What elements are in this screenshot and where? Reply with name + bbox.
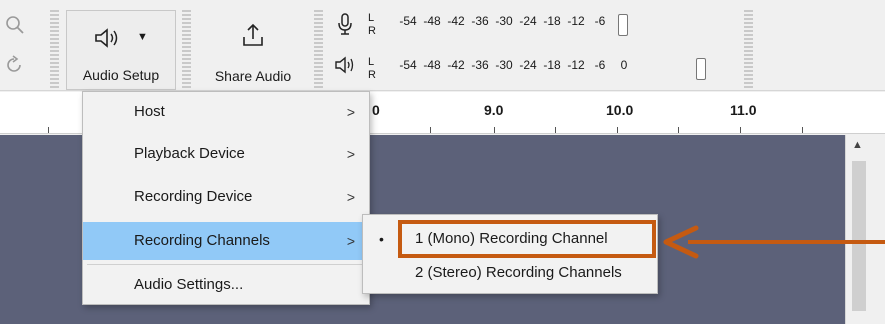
ruler-tick — [740, 127, 741, 133]
ruler-tick — [617, 127, 618, 133]
chevron-right-icon: > — [346, 189, 355, 205]
audio-setup-button[interactable]: ▼ Audio Setup — [66, 10, 176, 90]
ruler-label: 10.0 — [606, 102, 634, 118]
meter-tick-label: -36 — [471, 58, 489, 72]
ruler-label: 11.0 — [730, 102, 757, 118]
meter-tick-label: -6 — [594, 58, 606, 72]
ruler-tick — [494, 127, 495, 133]
ruler-tick — [802, 127, 803, 133]
chevron-right-icon: > — [346, 104, 355, 120]
audio-setup-menu: Host > Playback Device > Recording Devic… — [82, 91, 370, 305]
meter-tick-label: -12 — [567, 14, 585, 28]
ruler-tick — [678, 127, 679, 133]
meter-scale: -54-48-42-36-30-24-18-12-60 — [396, 14, 636, 28]
ruler-tick — [555, 127, 556, 133]
meter-level-marker[interactable] — [696, 58, 706, 80]
meter-tick-label: -54 — [399, 14, 417, 28]
annotation-highlight-box — [398, 220, 656, 258]
toolbar-grip[interactable] — [314, 10, 323, 90]
menu-item-label: Host — [134, 103, 165, 120]
redo-icon[interactable] — [2, 52, 28, 78]
speaker-icon — [93, 27, 121, 52]
speaker-icon[interactable] — [334, 56, 356, 79]
meter-tick-label: -30 — [495, 14, 513, 28]
meter-tick-label: -42 — [447, 58, 465, 72]
meter-tick-label: -24 — [519, 14, 537, 28]
meter-tick-label: -54 — [399, 58, 417, 72]
left-channel-label: L — [368, 56, 375, 68]
toolbar-grip[interactable] — [744, 10, 753, 90]
microphone-icon[interactable] — [336, 12, 354, 41]
ruler-tick — [430, 127, 431, 133]
recording-meter[interactable]: LR -54-48-42-36-30-24-18-12-60 — [368, 12, 728, 42]
menu-item-label: Audio Settings... — [134, 276, 244, 293]
meter-level-marker[interactable] — [618, 14, 628, 36]
meter-tick-label: 0 — [620, 58, 628, 72]
meter-tick-label: -24 — [519, 58, 537, 72]
meter-tick-label: -48 — [423, 58, 441, 72]
share-audio-label: Share Audio — [214, 68, 292, 84]
menu-item-label: Recording Device — [134, 188, 253, 205]
menu-separator — [87, 264, 365, 265]
meter-tick-label: -42 — [447, 14, 465, 28]
right-channel-label: R — [368, 69, 376, 81]
toolbar-grip[interactable] — [182, 10, 191, 90]
chevron-right-icon: > — [346, 233, 355, 249]
toolbar: ▼ Audio Setup Share Audio LR -54 -48 -42 -3… — [0, 0, 885, 91]
share-audio-button[interactable]: Share Audio — [196, 10, 310, 90]
ruler-tick — [48, 127, 49, 133]
meter-scale: -54 -48 -42 -36 -30 -24 -18 -12 -6 0 — [396, 58, 636, 72]
meter-tick-label: -18 — [543, 58, 561, 72]
right-channel-label: R — [368, 25, 376, 37]
toolbar-grip[interactable] — [50, 10, 59, 90]
scroll-up-icon[interactable]: ▲ — [852, 139, 863, 151]
meter-tick-label: -18 — [543, 14, 561, 28]
share-icon — [241, 22, 265, 51]
selected-bullet-icon: • — [379, 231, 384, 247]
submenu-item-stereo[interactable]: 2 (Stereo) Recording Channels — [363, 257, 657, 289]
menu-item-host[interactable]: Host > — [83, 93, 369, 131]
annotation-arrow-icon — [663, 225, 885, 259]
meter-tick-label: -36 — [471, 14, 489, 28]
menu-item-label: Recording Channels — [134, 232, 270, 249]
meter-tick-label: -6 — [594, 14, 606, 28]
submenu-item-label: 2 (Stereo) Recording Channels — [415, 264, 622, 281]
ruler-label: 9.0 — [484, 102, 504, 118]
meter-tick-label: -12 — [567, 58, 585, 72]
meter-tick-label: -48 — [423, 14, 441, 28]
menu-item-label: Playback Device — [134, 145, 245, 162]
menu-item-playback-device[interactable]: Playback Device > — [83, 135, 369, 173]
meter-tick-label: -30 — [495, 58, 513, 72]
chevron-right-icon: > — [346, 146, 355, 162]
audio-setup-label: Audio Setup — [82, 67, 160, 83]
zoom-icon[interactable] — [2, 12, 28, 38]
menu-item-audio-settings[interactable]: Audio Settings... — [83, 266, 369, 304]
playback-meter[interactable]: LR -54 -48 -42 -36 -30 -24 -18 -12 -6 0 — [368, 56, 728, 86]
ruler-label: 0 — [372, 102, 380, 118]
left-channel-label: L — [368, 12, 375, 24]
chevron-down-icon: ▼ — [137, 31, 148, 43]
menu-item-recording-device[interactable]: Recording Device > — [83, 178, 369, 216]
menu-item-recording-channels[interactable]: Recording Channels > — [83, 222, 369, 260]
